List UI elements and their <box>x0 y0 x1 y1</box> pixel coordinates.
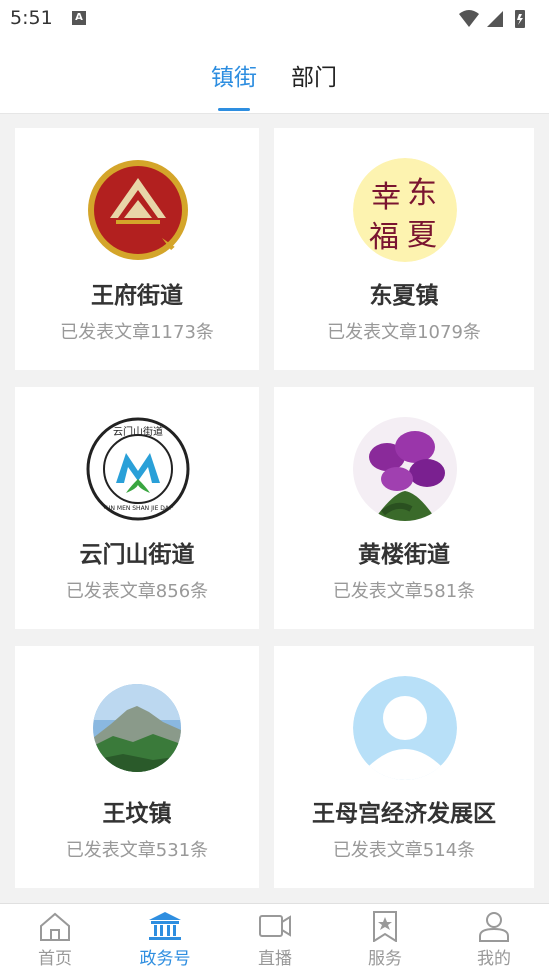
org-card[interactable]: 云门山街道 YUN MEN SHAN JIE DAO 云门山街道 已发表文章85… <box>15 387 259 629</box>
user-icon <box>479 912 509 942</box>
status-bar: 5:51 A <box>0 0 549 38</box>
default-avatar <box>353 676 457 780</box>
logo-char: 福 <box>369 220 399 255</box>
org-name: 王坟镇 <box>102 801 172 827</box>
bottom-nav: 首页 政务号 直播 服务 我的 <box>0 903 549 976</box>
tab-header: 镇街 部门 <box>0 38 549 114</box>
logo-text: 云门山街道 <box>113 427 163 438</box>
service-star-icon <box>373 911 397 942</box>
home-icon <box>40 912 70 941</box>
nav-label: 首页 <box>38 949 72 969</box>
status-time: 5:51 <box>10 7 53 29</box>
huanglou-logo <box>353 417 457 521</box>
dongxia-logo: 幸 东 福 夏 <box>353 158 457 262</box>
wangfen-logo <box>93 684 181 772</box>
active-tab-indicator <box>218 108 250 111</box>
nav-service[interactable]: 服务 <box>330 904 440 976</box>
logo-text: YUN MEN SHAN JIE DAO <box>102 505 174 512</box>
video-icon <box>259 915 291 937</box>
org-card[interactable]: 王母宫经济发展区 已发表文章514条 <box>274 646 534 888</box>
status-icons <box>459 10 525 28</box>
org-name: 王府街道 <box>91 283 183 309</box>
nav-live[interactable]: 直播 <box>220 904 330 976</box>
nav-mine[interactable]: 我的 <box>439 904 549 976</box>
signal-icon <box>487 11 503 27</box>
article-count: 已发表文章531条 <box>65 840 209 861</box>
nav-label: 直播 <box>258 949 292 969</box>
org-name: 东夏镇 <box>369 283 439 309</box>
org-card[interactable]: 王府街道 已发表文章1173条 <box>15 128 259 370</box>
article-count: 已发表文章581条 <box>332 581 476 602</box>
tab-department[interactable]: 部门 <box>291 58 337 112</box>
nav-government[interactable]: 政务号 <box>110 904 220 976</box>
logo-char: 东 <box>407 176 437 211</box>
org-card[interactable]: 黄楼街道 已发表文章581条 <box>274 387 534 629</box>
wifi-icon <box>459 10 479 27</box>
government-icon <box>149 912 181 940</box>
org-card[interactable]: 王坟镇 已发表文章531条 <box>15 646 259 888</box>
article-count: 已发表文章514条 <box>332 840 476 861</box>
nav-label: 我的 <box>477 949 511 969</box>
org-card[interactable]: 幸 东 福 夏 东夏镇 已发表文章1079条 <box>274 128 534 370</box>
logo-char: 幸 <box>371 180 401 215</box>
logo-char: 夏 <box>407 218 437 253</box>
article-count: 已发表文章1173条 <box>60 322 214 343</box>
org-name: 王母宫经济发展区 <box>312 801 496 827</box>
nav-home[interactable]: 首页 <box>0 904 110 976</box>
article-count: 已发表文章856条 <box>65 581 209 602</box>
org-name: 黄楼街道 <box>358 542 450 568</box>
org-name: 云门山街道 <box>79 542 195 568</box>
wangfu-logo <box>86 158 190 262</box>
tab-town[interactable]: 镇街 <box>211 58 257 112</box>
notification-icon: A <box>72 11 86 25</box>
nav-label: 政务号 <box>139 949 191 969</box>
nav-label: 服务 <box>368 949 402 969</box>
yunmenshan-logo: 云门山街道 YUN MEN SHAN JIE DAO <box>86 417 190 521</box>
article-count: 已发表文章1079条 <box>327 322 481 343</box>
